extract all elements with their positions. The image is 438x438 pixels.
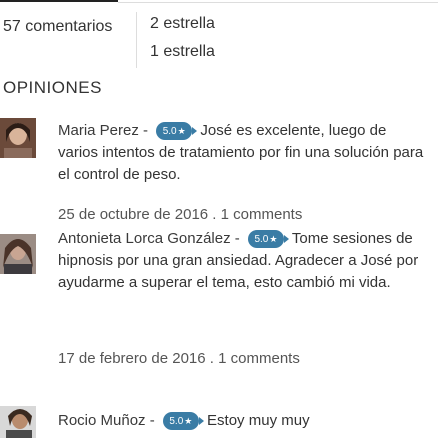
review-date: 17 de febrero de 2016	[58, 350, 206, 367]
meta-separator: .	[209, 350, 214, 367]
star-icon: ★	[269, 234, 278, 244]
review-meta: 25 de octubre de 2016 . 1 comments	[58, 206, 302, 223]
star-icon: ★	[184, 416, 193, 426]
comments-count: 57 comentarios	[3, 18, 113, 35]
review-body: Rocio Muñoz - 5.0★ Estoy muy muy	[58, 410, 430, 432]
review-author[interactable]: Maria Perez -	[58, 122, 148, 139]
avatar	[0, 406, 36, 438]
rating-badge: 5.0★	[162, 412, 204, 430]
review-meta: 17 de febrero de 2016 . 1 comments	[58, 350, 300, 367]
review-comments-link[interactable]: 1 comments	[218, 350, 300, 367]
rating-badge: 5.0★	[156, 122, 198, 140]
review-text: Estoy muy muy	[207, 412, 310, 429]
header-rule	[0, 0, 118, 2]
review-body: Maria Perez - 5.0★ José es excelente, lu…	[58, 120, 430, 186]
review-body: Antonieta Lorca González - 5.0★ Tome ses…	[58, 228, 430, 294]
review-comments-link[interactable]: 1 comments	[221, 206, 303, 223]
section-title: OPINIONES	[3, 78, 102, 97]
review-author[interactable]: Rocio Muñoz -	[58, 412, 155, 429]
review-author[interactable]: Antonieta Lorca González -	[58, 230, 240, 247]
header-rule-light	[118, 2, 438, 3]
meta-separator: .	[212, 206, 217, 223]
rating-badge: 5.0★	[247, 230, 289, 248]
rating-breakdown: 2 estrella 1 estrella	[150, 10, 215, 66]
review-date: 25 de octubre de 2016	[58, 206, 209, 223]
avatar	[0, 118, 36, 158]
star-icon: ★	[177, 126, 186, 136]
vertical-divider	[136, 12, 137, 68]
avatar	[0, 234, 36, 274]
rating-row-1-star[interactable]: 1 estrella	[150, 38, 215, 66]
rating-row-2-stars[interactable]: 2 estrella	[150, 10, 215, 38]
